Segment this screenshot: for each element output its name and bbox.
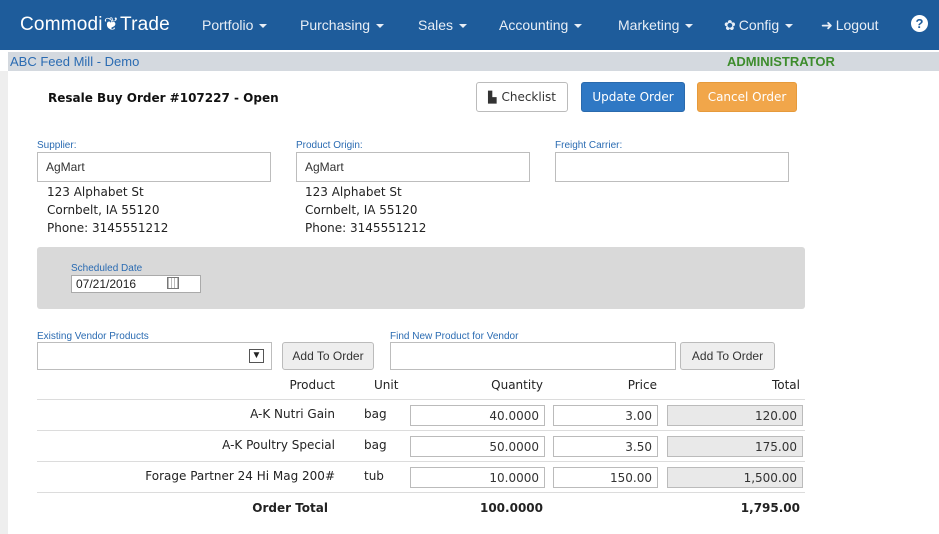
existing-products-select[interactable]: ▼ (37, 342, 272, 370)
freight-carrier-field[interactable] (555, 152, 789, 182)
order-total-row: Order Total 100.0000 1,795.00 (37, 493, 805, 523)
col-product-header: Product (289, 378, 335, 392)
add-new-product-button[interactable]: Add To Order (680, 342, 775, 370)
col-quantity-header: Quantity (491, 378, 543, 392)
left-edge (0, 71, 8, 534)
calendar-icon[interactable] (167, 277, 179, 289)
checklist-label: Checklist (501, 90, 556, 104)
freight-carrier-label: Freight Carrier: (555, 140, 623, 151)
order-total-quantity: 100.0000 (479, 501, 543, 515)
line-total-field: 120.00 (667, 405, 803, 426)
line-quantity-input[interactable]: 50.0000 (410, 436, 545, 457)
origin-address-line1: 123 Alphabet St (305, 185, 402, 199)
update-order-button[interactable]: Update Order (581, 82, 685, 112)
table-row: A-K Poultry Special bag 50.0000 3.50 175… (37, 431, 805, 462)
supplier-phone: Phone: 3145551212 (47, 221, 169, 235)
chevron-down-icon (259, 24, 268, 29)
line-quantity-input[interactable]: 40.0000 (410, 405, 545, 426)
chevron-down-icon (574, 24, 583, 29)
product-origin-field[interactable]: AgMart (296, 152, 530, 182)
wheat-icon: ❦ (103, 14, 119, 34)
line-price-input[interactable]: 150.00 (553, 467, 658, 488)
table-row: A-K Nutri Gain bag 40.0000 3.00 120.00 (37, 400, 805, 431)
origin-phone: Phone: 3145551212 (305, 221, 427, 235)
nav-portfolio[interactable]: Portfolio (202, 17, 268, 33)
nav-portfolio-label: Portfolio (202, 17, 254, 33)
find-product-input[interactable] (390, 342, 676, 370)
nav-purchasing[interactable]: Purchasing (300, 17, 385, 33)
chevron-down-icon (459, 24, 468, 29)
nav-marketing-label: Marketing (618, 17, 680, 33)
line-unit: tub (364, 469, 384, 483)
line-unit: bag (364, 407, 387, 421)
top-navbar: Commodi❦Trade Portfolio Purchasing Sales… (0, 0, 939, 50)
col-unit-header: Unit (374, 378, 399, 392)
add-existing-product-button[interactable]: Add To Order (282, 342, 374, 370)
supplier-address-line1: 123 Alphabet St (47, 185, 144, 199)
brand-logo[interactable]: Commodi❦Trade (20, 14, 170, 36)
line-total-field: 175.00 (667, 436, 803, 457)
existing-products-label: Existing Vendor Products (37, 331, 149, 342)
line-total-field: 1,500.00 (667, 467, 803, 488)
gear-icon: ✿ (724, 17, 736, 33)
table-row: Forage Partner 24 Hi Mag 200# tub 10.000… (37, 462, 805, 493)
chevron-down-icon (685, 24, 694, 29)
nav-config[interactable]: ✿ Config (724, 17, 794, 34)
supplier-address: 123 Alphabet St Cornbelt, IA 55120 Phone… (47, 183, 168, 237)
col-price-header: Price (627, 378, 657, 392)
line-price-input[interactable]: 3.00 (553, 405, 658, 426)
order-lines-header: Product Unit Quantity Price Total (37, 372, 805, 400)
chevron-down-icon[interactable]: ▼ (249, 349, 264, 363)
chevron-down-icon (376, 24, 385, 29)
cancel-order-button[interactable]: Cancel Order (697, 82, 797, 112)
nav-accounting-label: Accounting (499, 17, 569, 33)
help-icon[interactable]: ? (911, 15, 928, 32)
line-product: A-K Poultry Special (222, 438, 335, 452)
origin-address-line2: Cornbelt, IA 55120 (305, 203, 418, 217)
brand-name-right: Trade (120, 14, 170, 35)
supplier-label: Supplier: (37, 140, 77, 151)
nav-accounting[interactable]: Accounting (499, 17, 583, 33)
page-title: Resale Buy Order #107227 - Open (48, 91, 279, 105)
find-product-label: Find New Product for Vendor (390, 331, 519, 342)
origin-address: 123 Alphabet St Cornbelt, IA 55120 Phone… (305, 183, 426, 237)
company-name: ABC Feed Mill - Demo (10, 54, 140, 69)
printer-icon: ▙ (487, 90, 497, 104)
checklist-button[interactable]: ▙ Checklist (476, 82, 568, 112)
col-total-header: Total (771, 378, 800, 392)
nav-marketing[interactable]: Marketing (618, 17, 694, 33)
user-role: ADMINISTRATOR (727, 54, 835, 69)
order-total-amount: 1,795.00 (740, 501, 800, 515)
line-product: Forage Partner 24 Hi Mag 200# (145, 469, 335, 483)
product-origin-label: Product Origin: (296, 140, 363, 151)
line-quantity-input[interactable]: 10.0000 (410, 467, 545, 488)
nav-sales-label: Sales (418, 17, 454, 33)
brand-name-left: Commodi (20, 14, 103, 35)
line-price-input[interactable]: 3.50 (553, 436, 658, 457)
supplier-address-line2: Cornbelt, IA 55120 (47, 203, 160, 217)
nav-logout-label: Logout (835, 17, 879, 33)
supplier-field[interactable]: AgMart (37, 152, 271, 182)
line-unit: bag (364, 438, 387, 452)
nav-purchasing-label: Purchasing (300, 17, 371, 33)
nav-logout[interactable]: ➜ Logout (821, 17, 879, 34)
scheduled-date-input[interactable]: 07/21/2016 (71, 275, 201, 293)
order-total-label: Order Total (252, 501, 328, 515)
nav-sales[interactable]: Sales (418, 17, 468, 33)
context-bar: ABC Feed Mill - Demo ADMINISTRATOR (8, 52, 939, 71)
scheduled-date-label: Scheduled Date (71, 263, 143, 274)
logout-icon: ➜ (821, 17, 833, 33)
schedule-panel: Scheduled Date 07/21/2016 (37, 247, 805, 309)
line-product: A-K Nutri Gain (250, 407, 335, 421)
chevron-down-icon (785, 24, 794, 29)
nav-config-label: Config (738, 17, 780, 33)
